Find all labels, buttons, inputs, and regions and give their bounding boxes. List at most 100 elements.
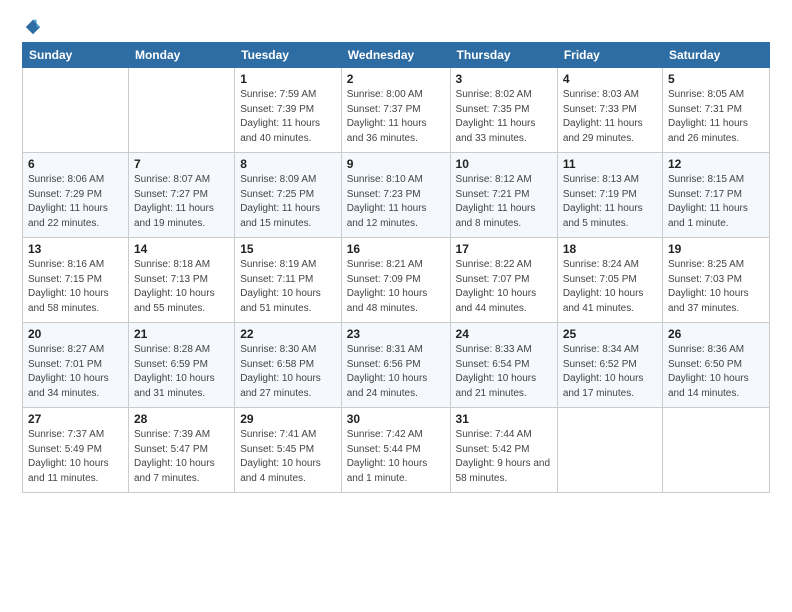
calendar-day-header: Thursday (450, 43, 557, 68)
calendar-week-row: 13Sunrise: 8:16 AM Sunset: 7:15 PM Dayli… (23, 238, 770, 323)
day-info: Sunrise: 8:24 AM Sunset: 7:05 PM Dayligh… (563, 258, 657, 316)
day-info: Sunrise: 7:39 AM Sunset: 5:47 PM Dayligh… (134, 428, 229, 486)
day-info: Sunrise: 8:36 AM Sunset: 6:50 PM Dayligh… (668, 343, 764, 401)
calendar-cell: 16 Sunrise: 8:21 AM Sunset: 7:09 PM Dayli… (341, 238, 450, 323)
calendar-cell: 28 Sunrise: 7:39 AM Sunset: 5:47 PM Dayli… (128, 408, 234, 493)
calendar-cell: 17 Sunrise: 8:22 AM Sunset: 7:07 PM Dayli… (450, 238, 557, 323)
calendar-cell: 19Sunrise: 8:25 AM Sunset: 7:03 PM Dayli… (662, 238, 769, 323)
day-info: Sunrise: 7:37 AM Sunset: 5:49 PM Dayligh… (28, 428, 123, 486)
day-number: 21 (134, 327, 229, 341)
day-info: Sunrise: 8:18 AM Sunset: 7:13 PM Dayligh… (134, 258, 229, 316)
calendar-table: SundayMondayTuesdayWednesdayThursdayFrid… (22, 42, 770, 493)
calendar-day-header: Tuesday (235, 43, 342, 68)
day-info: Sunrise: 8:15 AM Sunset: 7:17 PM Dayligh… (668, 173, 764, 231)
day-info: Sunrise: 8:00 AM Sunset: 7:37 PM Dayligh… (347, 88, 445, 146)
day-number: 20 (28, 327, 123, 341)
day-info: Sunrise: 7:44 AM Sunset: 5:42 PM Dayligh… (456, 428, 552, 486)
day-number: 31 (456, 412, 552, 426)
calendar-cell (128, 68, 234, 153)
calendar-cell: 29 Sunrise: 7:41 AM Sunset: 5:45 PM Dayli… (235, 408, 342, 493)
calendar-cell: 10 Sunrise: 8:12 AM Sunset: 7:21 PM Dayli… (450, 153, 557, 238)
calendar-day-header: Friday (557, 43, 662, 68)
calendar-day-header: Saturday (662, 43, 769, 68)
calendar-cell: 1Sunrise: 7:59 AM Sunset: 7:39 PM Daylig… (235, 68, 342, 153)
day-number: 26 (668, 327, 764, 341)
day-info: Sunrise: 8:31 AM Sunset: 6:56 PM Dayligh… (347, 343, 445, 401)
day-number: 28 (134, 412, 229, 426)
day-number: 24 (456, 327, 552, 341)
day-number: 3 (456, 72, 552, 86)
calendar-cell: 27 Sunrise: 7:37 AM Sunset: 5:49 PM Dayli… (23, 408, 129, 493)
calendar-cell: 26 Sunrise: 8:36 AM Sunset: 6:50 PM Dayli… (662, 323, 769, 408)
calendar-day-header: Wednesday (341, 43, 450, 68)
calendar-cell: 12 Sunrise: 8:15 AM Sunset: 7:17 PM Dayli… (662, 153, 769, 238)
calendar-cell: 7 Sunrise: 8:07 AM Sunset: 7:27 PM Daylig… (128, 153, 234, 238)
calendar-cell: 24 Sunrise: 8:33 AM Sunset: 6:54 PM Dayli… (450, 323, 557, 408)
calendar-cell: 6 Sunrise: 8:06 AM Sunset: 7:29 PM Daylig… (23, 153, 129, 238)
day-number: 14 (134, 242, 229, 256)
header (22, 18, 770, 32)
day-number: 17 (456, 242, 552, 256)
day-info: Sunrise: 8:03 AM Sunset: 7:33 PM Dayligh… (563, 88, 657, 146)
day-number: 13 (28, 242, 123, 256)
day-number: 16 (347, 242, 445, 256)
calendar-cell: 22 Sunrise: 8:30 AM Sunset: 6:58 PM Dayli… (235, 323, 342, 408)
day-info: Sunrise: 8:25 AM Sunset: 7:03 PM Dayligh… (668, 258, 764, 316)
day-number: 5 (668, 72, 764, 86)
calendar-cell: 4 Sunrise: 8:03 AM Sunset: 7:33 PM Daylig… (557, 68, 662, 153)
day-number: 15 (240, 242, 336, 256)
calendar-cell: 18 Sunrise: 8:24 AM Sunset: 7:05 PM Dayli… (557, 238, 662, 323)
day-info: Sunrise: 8:19 AM Sunset: 7:11 PM Dayligh… (240, 258, 336, 316)
day-number: 2 (347, 72, 445, 86)
day-number: 7 (134, 157, 229, 171)
calendar-cell (557, 408, 662, 493)
day-number: 8 (240, 157, 336, 171)
day-info: Sunrise: 8:10 AM Sunset: 7:23 PM Dayligh… (347, 173, 445, 231)
day-number: 4 (563, 72, 657, 86)
day-info: Sunrise: 8:22 AM Sunset: 7:07 PM Dayligh… (456, 258, 552, 316)
calendar-cell (23, 68, 129, 153)
day-info: Sunrise: 8:05 AM Sunset: 7:31 PM Dayligh… (668, 88, 764, 146)
calendar-cell: 30 Sunrise: 7:42 AM Sunset: 5:44 PM Dayli… (341, 408, 450, 493)
day-info: Sunrise: 7:41 AM Sunset: 5:45 PM Dayligh… (240, 428, 336, 486)
day-info: Sunrise: 8:06 AM Sunset: 7:29 PM Dayligh… (28, 173, 123, 231)
calendar-day-header: Monday (128, 43, 234, 68)
day-number: 29 (240, 412, 336, 426)
day-info: Sunrise: 8:30 AM Sunset: 6:58 PM Dayligh… (240, 343, 336, 401)
day-number: 25 (563, 327, 657, 341)
calendar-cell: 8Sunrise: 8:09 AM Sunset: 7:25 PM Daylig… (235, 153, 342, 238)
day-info: Sunrise: 8:02 AM Sunset: 7:35 PM Dayligh… (456, 88, 552, 146)
day-number: 6 (28, 157, 123, 171)
calendar-cell (662, 408, 769, 493)
calendar-cell: 21 Sunrise: 8:28 AM Sunset: 6:59 PM Dayli… (128, 323, 234, 408)
calendar-week-row: 1Sunrise: 7:59 AM Sunset: 7:39 PM Daylig… (23, 68, 770, 153)
calendar-header-row: SundayMondayTuesdayWednesdayThursdayFrid… (23, 43, 770, 68)
calendar-week-row: 27 Sunrise: 7:37 AM Sunset: 5:49 PM Dayli… (23, 408, 770, 493)
calendar-cell: 15 Sunrise: 8:19 AM Sunset: 7:11 PM Dayli… (235, 238, 342, 323)
day-info: Sunrise: 8:21 AM Sunset: 7:09 PM Dayligh… (347, 258, 445, 316)
calendar-week-row: 6 Sunrise: 8:06 AM Sunset: 7:29 PM Daylig… (23, 153, 770, 238)
day-info: Sunrise: 7:42 AM Sunset: 5:44 PM Dayligh… (347, 428, 445, 486)
calendar-cell: 2 Sunrise: 8:00 AM Sunset: 7:37 PM Daylig… (341, 68, 450, 153)
day-info: Sunrise: 8:33 AM Sunset: 6:54 PM Dayligh… (456, 343, 552, 401)
day-number: 27 (28, 412, 123, 426)
day-number: 11 (563, 157, 657, 171)
day-info: Sunrise: 8:13 AM Sunset: 7:19 PM Dayligh… (563, 173, 657, 231)
logo (22, 18, 44, 32)
day-number: 18 (563, 242, 657, 256)
day-number: 12 (668, 157, 764, 171)
page: SundayMondayTuesdayWednesdayThursdayFrid… (0, 0, 792, 503)
day-number: 30 (347, 412, 445, 426)
day-info: Sunrise: 8:34 AM Sunset: 6:52 PM Dayligh… (563, 343, 657, 401)
calendar-cell: 31 Sunrise: 7:44 AM Sunset: 5:42 PM Dayli… (450, 408, 557, 493)
day-number: 22 (240, 327, 336, 341)
day-info: Sunrise: 8:28 AM Sunset: 6:59 PM Dayligh… (134, 343, 229, 401)
calendar-cell: 23 Sunrise: 8:31 AM Sunset: 6:56 PM Dayli… (341, 323, 450, 408)
day-number: 10 (456, 157, 552, 171)
day-number: 23 (347, 327, 445, 341)
day-info: Sunrise: 8:12 AM Sunset: 7:21 PM Dayligh… (456, 173, 552, 231)
calendar-cell: 20 Sunrise: 8:27 AM Sunset: 7:01 PM Dayli… (23, 323, 129, 408)
day-info: Sunrise: 8:07 AM Sunset: 7:27 PM Dayligh… (134, 173, 229, 231)
calendar-cell: 9Sunrise: 8:10 AM Sunset: 7:23 PM Daylig… (341, 153, 450, 238)
day-info: Sunrise: 8:27 AM Sunset: 7:01 PM Dayligh… (28, 343, 123, 401)
